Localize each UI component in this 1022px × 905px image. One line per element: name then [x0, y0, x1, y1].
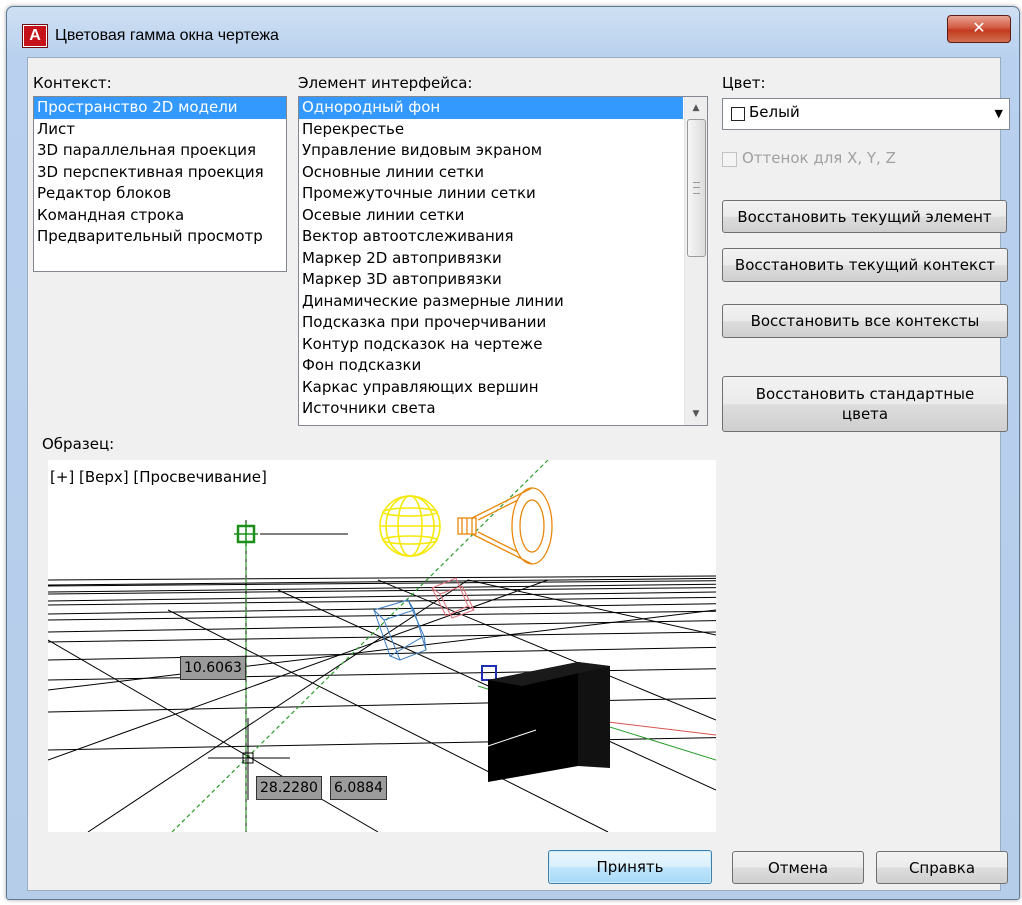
- interface-element-list-item[interactable]: Динамические размерные линии: [299, 291, 683, 313]
- camera-red-icon: [431, 577, 475, 619]
- color-dropdown[interactable]: Белый ▼: [722, 98, 1010, 130]
- context-list-item[interactable]: Редактор блоков: [34, 183, 286, 205]
- interface-element-list: Однородный фон Перекрестье Управление видо…: [299, 97, 683, 420]
- autocad-app-icon: A: [23, 25, 47, 47]
- interface-element-list-item[interactable]: Перекрестье: [299, 119, 683, 141]
- dimension-tooltip-2: 28.2280: [256, 776, 322, 800]
- preview-label: Образец:: [42, 435, 115, 453]
- interface-element-list-item[interactable]: Подсказка при прочерчивании: [299, 312, 683, 334]
- tint-checkbox[interactable]: [722, 152, 737, 167]
- interface-element-list-item[interactable]: Источники света: [299, 398, 683, 420]
- interface-element-listbox[interactable]: Однородный фон Перекрестье Управление видо…: [298, 96, 708, 426]
- restore-standard-colors-button[interactable]: Восстановить стандартные цвета: [722, 376, 1008, 432]
- interface-element-list-item[interactable]: Промежуточные линии сетки: [299, 183, 683, 205]
- vertical-scrollbar[interactable]: ▲ ▼: [684, 97, 707, 425]
- context-list: Пространство 2D модели Лист 3D параллельна…: [34, 97, 286, 248]
- title-bar[interactable]: A Цветовая гамма окна чертежа ✕: [7, 7, 1019, 59]
- dimension-tooltip-3: 6.0884: [330, 776, 387, 800]
- interface-element-list-item[interactable]: Каркас управляющих вершин: [299, 377, 683, 399]
- interface-element-list-item[interactable]: Маркер 3D автопривязки: [299, 269, 683, 291]
- interface-element-list-item[interactable]: Управление видовым экраном: [299, 140, 683, 162]
- color-swatch: [731, 107, 745, 121]
- solid-cube: [488, 662, 610, 782]
- dimension-tooltip-1: 10.6063: [180, 656, 246, 680]
- color-value: Белый: [749, 103, 800, 121]
- scroll-thumb[interactable]: [687, 119, 706, 257]
- context-list-item[interactable]: Командная строка: [34, 205, 286, 227]
- interface-element-list-item[interactable]: Осевые линии сетки: [299, 205, 683, 227]
- restore-element-button[interactable]: Восстановить текущий элемент: [722, 200, 1007, 233]
- close-button[interactable]: ✕: [947, 15, 1011, 43]
- restore-all-button[interactable]: Восстановить все контексты: [722, 304, 1008, 338]
- help-button[interactable]: Справка: [876, 851, 1008, 884]
- context-listbox[interactable]: Пространство 2D модели Лист 3D параллельна…: [33, 96, 287, 272]
- context-list-item[interactable]: 3D перспективная проекция: [34, 162, 286, 184]
- restore-context-button[interactable]: Восстановить текущий контекст: [722, 248, 1008, 282]
- cancel-button[interactable]: Отмена: [732, 851, 864, 884]
- spotlight-icon: [457, 487, 553, 565]
- accept-button[interactable]: Принять: [548, 850, 712, 884]
- context-list-item[interactable]: Предварительный просмотр: [34, 226, 286, 248]
- context-label: Контекст:: [33, 74, 112, 92]
- interface-element-list-item[interactable]: Однородный фон: [299, 97, 683, 119]
- context-list-item[interactable]: Лист: [34, 119, 286, 141]
- tint-label: Оттенок для X, Y, Z: [742, 149, 896, 167]
- window-title: Цветовая гамма окна чертежа: [55, 27, 279, 44]
- context-list-item[interactable]: 3D параллельная проекция: [34, 140, 286, 162]
- scroll-up-arrow-icon[interactable]: ▲: [685, 97, 707, 119]
- chevron-down-icon: ▼: [994, 107, 1003, 120]
- interface-element-list-item[interactable]: Вектор автоотслеживания: [299, 226, 683, 248]
- scroll-down-arrow-icon[interactable]: ▼: [685, 403, 707, 425]
- grip-icon: [693, 182, 700, 194]
- interface-element-list-item[interactable]: Контур подсказок на чертеже: [299, 334, 683, 356]
- dialog-window: A Цветовая гамма окна чертежа ✕ Контекст…: [6, 6, 1020, 900]
- interface-element-list-item[interactable]: Фон подсказки: [299, 355, 683, 377]
- interface-element-label: Элемент интерфейса:: [298, 74, 473, 92]
- preview-viewport: [+] [Верх] [Просвечивание] 10.6063 28.22…: [48, 460, 716, 832]
- viewport-controls-label[interactable]: [+] [Верх] [Просвечивание]: [50, 468, 267, 486]
- x-axis-line: [607, 721, 716, 736]
- context-list-item[interactable]: Пространство 2D модели: [34, 97, 286, 119]
- point-light-icon: [379, 495, 441, 557]
- color-label: Цвет:: [722, 74, 766, 92]
- interface-element-list-item[interactable]: Маркер 2D автопривязки: [299, 248, 683, 270]
- dialog-client-area: Контекст: Пространство 2D модели Лист 3D п…: [27, 57, 1010, 891]
- interface-element-list-item[interactable]: Основные линии сетки: [299, 162, 683, 184]
